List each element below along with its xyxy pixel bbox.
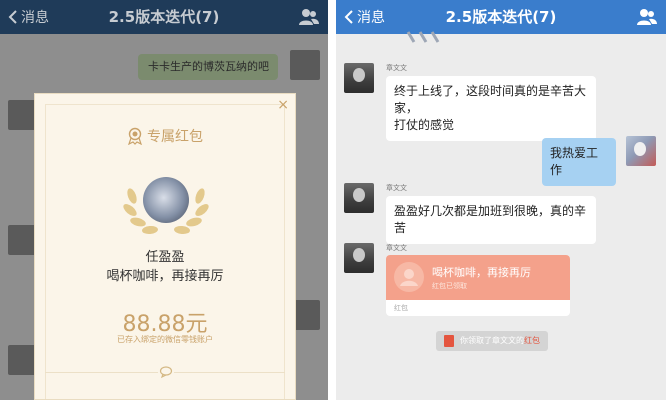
red-packet-icon xyxy=(444,335,454,347)
right-back-button[interactable]: 消息 xyxy=(344,0,385,34)
chevron-left-icon xyxy=(8,10,17,24)
medal-icon xyxy=(128,127,142,145)
my-message-bubble[interactable]: 我热爱工作 xyxy=(542,138,616,186)
right-back-label: 消息 xyxy=(357,10,385,26)
red-packet-link[interactable]: 红包 xyxy=(524,336,540,345)
message-text: 终于上线了，这段时间真的是辛苦大家， xyxy=(394,84,587,115)
message-text: 我热爱工作 xyxy=(550,146,599,177)
left-phone-screen: 消息 2.5版本迭代(7) 卡卡生产的博茨瓦纳的吧 × 专属红包 任盈盈 喝杯咖… xyxy=(0,0,328,400)
red-packet-footer: 红包 xyxy=(394,304,408,312)
left-nav-bar: 消息 2.5版本迭代(7) xyxy=(0,0,328,34)
red-packet-card[interactable]: 喝杯咖啡，再接再厉 红包已领取 红包 xyxy=(386,255,570,316)
my-avatar[interactable] xyxy=(626,136,656,166)
red-packet-status: 红包已领取 xyxy=(432,282,467,290)
sender-avatar xyxy=(143,177,189,223)
avatar xyxy=(290,50,320,80)
red-packet-detail-modal: × 专属红包 任盈盈 喝杯咖啡，再接再厉 88.88元 已存入绑定的微信零钱账户 xyxy=(34,93,296,400)
right-chat-title: 2.5版本迭代(7) xyxy=(445,8,557,26)
left-chat-title: 2.5版本迭代(7) xyxy=(108,8,220,26)
red-packet-avatar-icon xyxy=(394,262,424,292)
message-bubble[interactable]: 终于上线了，这段时间真的是辛苦大家， 打仗的感觉 xyxy=(386,76,596,141)
dimmed-message-bubble: 卡卡生产的博茨瓦纳的吧 xyxy=(138,54,278,80)
left-back-label: 消息 xyxy=(21,10,49,26)
avatar[interactable] xyxy=(344,63,374,93)
system-notice: 你领取了章文文的红包 xyxy=(436,331,548,351)
deposit-note: 已存入绑定的微信零钱账户 xyxy=(117,335,213,344)
group-members-icon[interactable] xyxy=(298,6,320,28)
modal-header: 专属红包 xyxy=(35,126,295,146)
modal-header-label: 专属红包 xyxy=(147,129,203,145)
message-text: 盈盈好几次都是加班到很晚，真的辛苦 xyxy=(394,204,587,235)
system-notice-text: 你领取了章文文的 xyxy=(460,336,524,345)
sticker-fragment xyxy=(406,31,440,43)
close-icon[interactable]: × xyxy=(277,98,289,112)
message-text: 打仗的感觉 xyxy=(394,118,455,132)
group-members-icon[interactable] xyxy=(636,6,658,28)
left-back-button[interactable]: 消息 xyxy=(8,0,49,34)
message-bubble[interactable]: 盈盈好几次都是加班到很晚，真的辛苦 xyxy=(386,196,596,244)
right-nav-bar: 消息 2.5版本迭代(7) xyxy=(336,0,666,34)
message-sender: 章文文 xyxy=(386,184,407,192)
chevron-left-icon xyxy=(344,10,353,24)
chat-bubble-icon[interactable] xyxy=(158,364,174,380)
sender-name: 任盈盈 xyxy=(145,250,185,265)
avatar[interactable] xyxy=(344,183,374,213)
red-packet-message: 喝杯咖啡，再接再厉 xyxy=(432,266,531,279)
red-packet-wish: 喝杯咖啡，再接再厉 xyxy=(106,269,224,284)
message-sender: 章文文 xyxy=(386,64,407,72)
message-sender: 章文文 xyxy=(386,244,407,252)
avatar[interactable] xyxy=(344,243,374,273)
